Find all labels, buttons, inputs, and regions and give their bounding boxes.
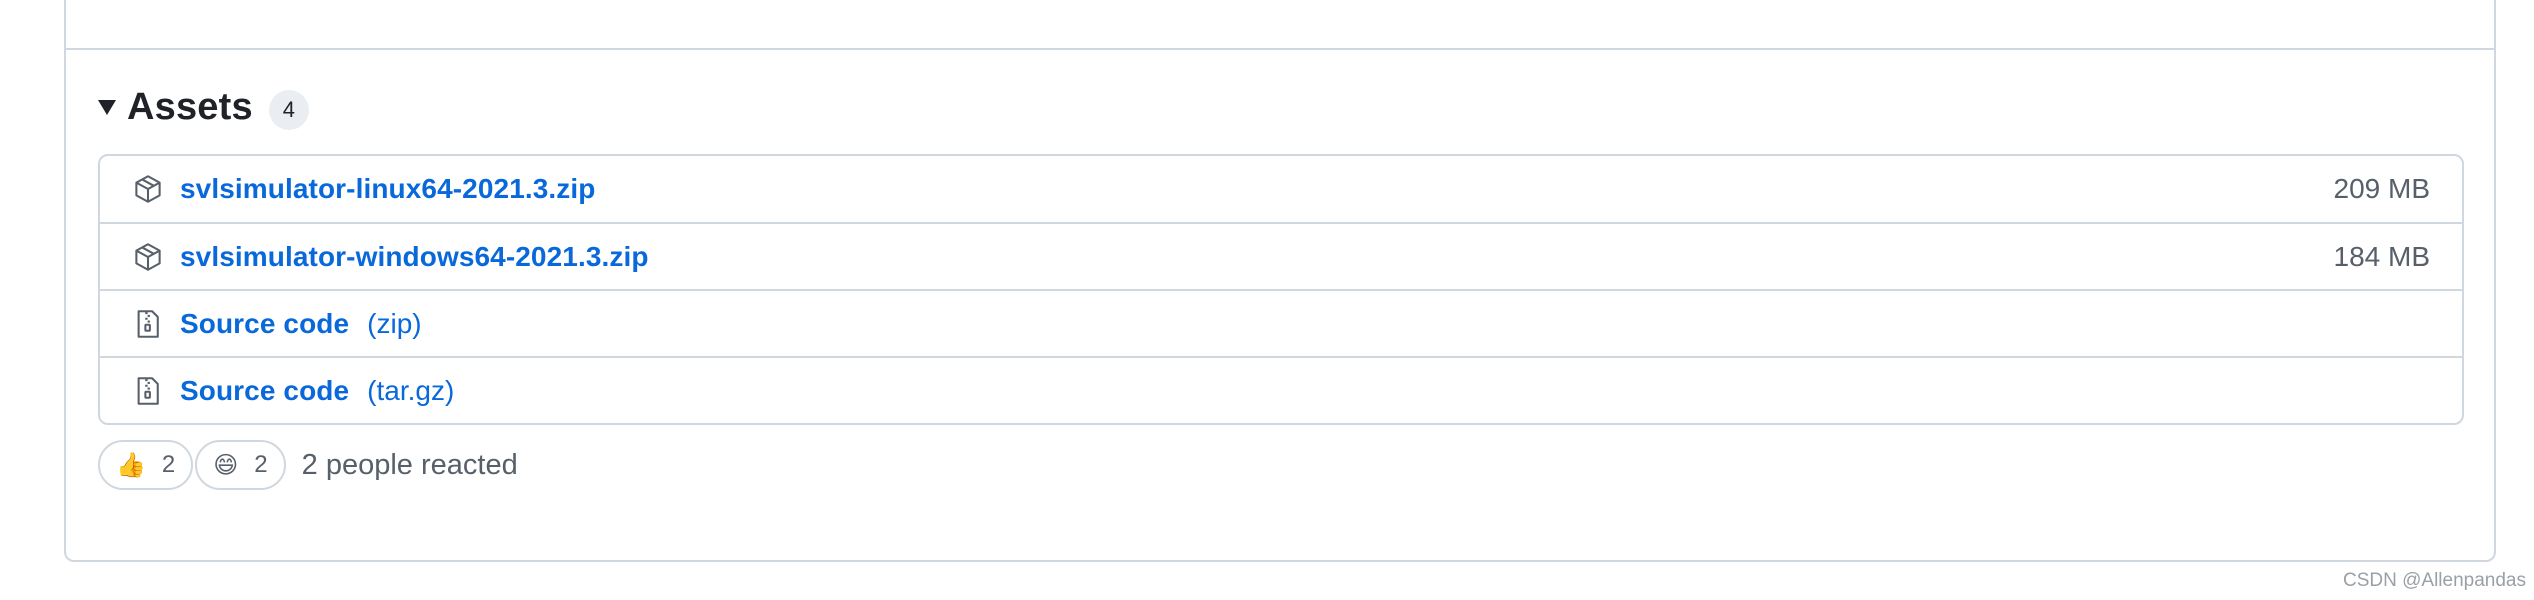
asset-size: 184 MB	[2333, 240, 2431, 272]
reaction-smile-button[interactable]: 😄 2	[195, 440, 286, 490]
watermark: CSDN @Allenpandas	[2343, 570, 2526, 591]
caret-down-icon[interactable]	[98, 99, 116, 115]
asset-ext-label[interactable]: (zip)	[367, 308, 421, 340]
asset-link[interactable]: svlsimulator-linux64-2021.3.zip	[180, 173, 596, 205]
package-icon	[132, 173, 164, 205]
reaction-summary: 2 people reacted	[301, 448, 518, 481]
asset-row: Source code (zip)	[100, 289, 2462, 356]
thumbs-up-icon: 👍	[116, 451, 146, 479]
reaction-thumbs-up-button[interactable]: 👍 2	[98, 440, 194, 490]
assets-title: Assets	[127, 85, 253, 128]
assets-count-badge: 4	[268, 90, 309, 130]
asset-size: 209 MB	[2333, 173, 2431, 204]
asset-link[interactable]: Source code	[180, 308, 349, 340]
reaction-count: 2	[254, 451, 268, 478]
file-zip-icon	[132, 375, 164, 407]
asset-ext-label[interactable]: (tar.gz)	[367, 375, 454, 407]
package-icon	[132, 241, 164, 273]
reaction-count: 2	[161, 451, 176, 478]
asset-row: svlsimulator-windows64-2021.3.zip 184 MB	[100, 222, 2462, 289]
asset-link[interactable]: Source code	[180, 375, 349, 407]
asset-link[interactable]: svlsimulator-windows64-2021.3.zip	[180, 241, 649, 273]
release-card: Assets 4 svlsimulator-linux64-2021.3.zip…	[64, 0, 2496, 562]
asset-row: Source code (tar.gz)	[100, 356, 2462, 423]
reactions-bar: 👍 2 😄 2 2 people reacted	[98, 440, 518, 490]
file-zip-icon	[132, 308, 164, 340]
assets-list: svlsimulator-linux64-2021.3.zip 209 MB s…	[98, 154, 2464, 425]
section-divider	[66, 48, 2494, 50]
assets-header[interactable]: Assets 4	[98, 82, 309, 132]
asset-row: svlsimulator-linux64-2021.3.zip 209 MB	[100, 156, 2462, 222]
smile-icon: 😄	[213, 451, 239, 479]
